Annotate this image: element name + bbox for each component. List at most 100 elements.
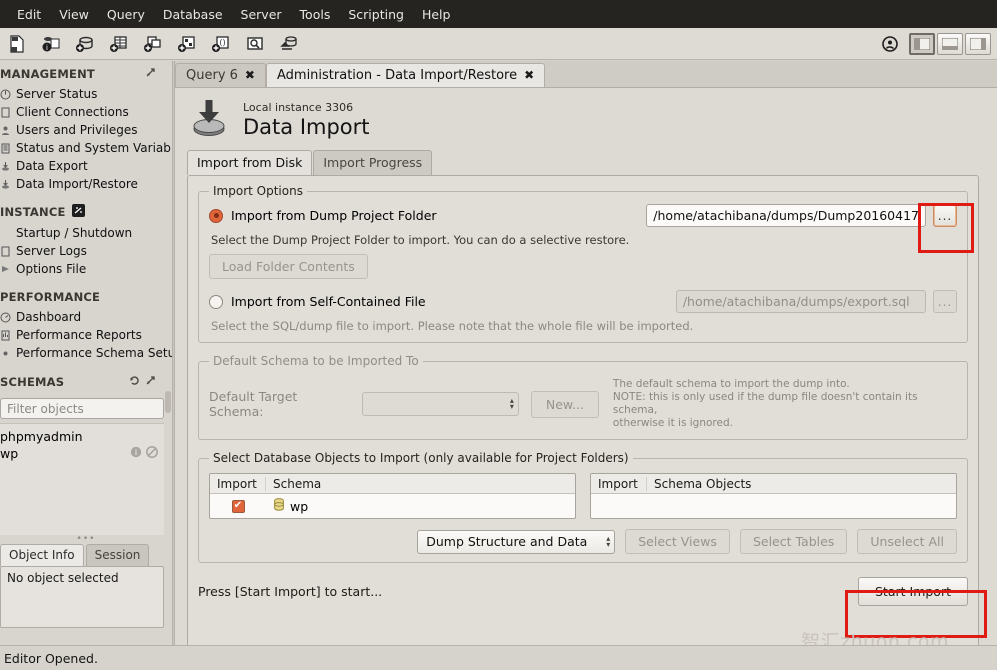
chevron-updown-icon: ▴ ▾: [509, 396, 514, 411]
schema-filter-input[interactable]: Filter objects: [0, 398, 164, 419]
radio-import-from-self-contained-file[interactable]: [209, 294, 223, 309]
object-info-text: No object selected: [7, 571, 119, 585]
default-schema-note-line2: NOTE: this is only used if the dump file…: [612, 391, 918, 416]
reconnect-server-icon[interactable]: [272, 29, 306, 59]
search-data-icon[interactable]: [238, 29, 272, 59]
create-table-icon[interactable]: [102, 29, 136, 59]
sidebar-item-data-export[interactable]: Data Export: [0, 157, 172, 175]
load-folder-contents-button[interactable]: Load Folder Contents: [209, 254, 368, 279]
schema-objects-header-objects: Schema Objects: [654, 476, 752, 491]
select-tables-button[interactable]: Select Tables: [739, 529, 848, 554]
browse-self-contained-file-button[interactable]: ...: [933, 290, 957, 313]
schema-list-item-wp-label: wp: [0, 446, 19, 461]
sidebar-item-status-and-system-variables[interactable]: Status and System Variables: [0, 139, 172, 157]
sidebar-splitter-handle[interactable]: •••: [0, 535, 172, 544]
default-schema-group: Default Schema to be Imported To Default…: [198, 354, 968, 440]
select-views-button[interactable]: Select Views: [625, 529, 730, 554]
sidebar-item-startup-shutdown[interactable]: Startup / Shutdown: [0, 224, 172, 242]
toggle-sidebar-icon[interactable]: [909, 33, 935, 55]
page-header-text: Local instance 3306 Data Import: [243, 101, 370, 139]
sidebar-item-users-and-privileges[interactable]: Users and Privileges: [0, 121, 172, 139]
schema-row-name-cell: wp: [266, 498, 308, 514]
schema-table-header: Import Schema: [210, 474, 575, 494]
self-contained-hint: Select the SQL/dump file to import. Plea…: [211, 319, 694, 333]
schema-list-item-phpmyadmin[interactable]: phpmyadmin: [0, 428, 164, 445]
tab-import-progress[interactable]: Import Progress: [313, 150, 433, 175]
radio-import-from-dump-folder-label: Import from Dump Project Folder: [231, 208, 437, 223]
tab-import-from-disk[interactable]: Import from Disk: [187, 150, 313, 175]
select-tables-label: Select Tables: [752, 534, 835, 549]
create-view-icon[interactable]: [136, 29, 170, 59]
unselect-all-button[interactable]: Unselect All: [857, 529, 957, 554]
sidebar-item-performance-schema-setup[interactable]: Performance Schema Setup: [0, 344, 172, 362]
main-content-area: Query 6 ✖ Administration - Data Import/R…: [175, 61, 997, 653]
close-icon[interactable]: ✖: [524, 68, 534, 82]
menu-item-help[interactable]: Help: [413, 4, 460, 25]
sidebar-item-data-import-restore[interactable]: Data Import/Restore: [0, 175, 172, 193]
toggle-secondary-sidebar-icon[interactable]: [965, 33, 991, 55]
expand-arrow-icon[interactable]: [145, 375, 156, 389]
tab-object-info[interactable]: Object Info: [0, 544, 84, 566]
sidebar-item-options-file[interactable]: Options File: [0, 260, 172, 278]
dump-folder-path-input[interactable]: /home/atachibana/dumps/Dump20160417: [646, 204, 926, 227]
tab-session[interactable]: Session: [85, 544, 150, 566]
menu-item-view[interactable]: View: [50, 4, 98, 25]
server-status-icon: [0, 89, 12, 100]
dump-type-select[interactable]: Dump Structure and Data ▴ ▾: [417, 529, 616, 554]
default-target-schema-select[interactable]: ▴ ▾: [362, 392, 519, 416]
schema-list-item-wp[interactable]: wp i: [0, 445, 164, 462]
close-icon[interactable]: ✖: [245, 68, 255, 82]
blocked-icon[interactable]: [146, 446, 158, 461]
dump-folder-path-value: /home/atachibana/dumps/Dump20160417: [653, 208, 919, 223]
checkbox-checked-icon: ✔: [231, 499, 245, 513]
open-connection-info-icon[interactable]: i: [34, 29, 68, 59]
sidebar-scrollbar[interactable]: [165, 391, 171, 413]
schema-list: phpmyadmin wp i: [0, 423, 164, 535]
menu-item-tools[interactable]: Tools: [291, 4, 340, 25]
toggle-output-icon[interactable]: [937, 33, 963, 55]
sidebar-item-performance-reports[interactable]: Performance Reports: [0, 326, 172, 344]
import-panel: Import Options Import from Dump Project …: [187, 175, 979, 653]
schema-row-import-checkbox[interactable]: ✔: [210, 499, 266, 513]
info-icon[interactable]: i: [130, 446, 142, 461]
sidebar-item-dashboard[interactable]: Dashboard: [0, 308, 172, 326]
svg-text:i: i: [46, 44, 48, 52]
new-sql-tab-icon[interactable]: [0, 29, 34, 59]
menu-item-query[interactable]: Query: [98, 4, 154, 25]
create-function-icon[interactable]: (): [204, 29, 238, 59]
status-bar: Editor Opened.: [0, 645, 997, 670]
menu-item-edit[interactable]: Edit: [8, 4, 50, 25]
expand-arrow-icon[interactable]: [145, 67, 156, 81]
self-contained-path-input[interactable]: /home/atachibana/dumps/export.sql: [675, 290, 926, 313]
import-subtabs: Import from Disk Import Progress: [175, 150, 997, 175]
schema-objects-table: Import Schema Objects: [590, 473, 957, 519]
create-procedure-icon[interactable]: [170, 29, 204, 59]
sidebar-item-server-logs[interactable]: Server Logs: [0, 242, 172, 260]
schema-table: Import Schema ✔ wp: [209, 473, 576, 519]
menu-item-server[interactable]: Server: [232, 4, 291, 25]
performance-reports-icon: [0, 330, 12, 341]
default-schema-note-line1: The default schema to import the dump in…: [612, 378, 850, 390]
menu-item-scripting[interactable]: Scripting: [339, 4, 413, 25]
sidebar-item-server-status[interactable]: Server Status: [0, 85, 172, 103]
admin-target-icon[interactable]: [873, 29, 907, 59]
start-import-button[interactable]: Start Import: [858, 577, 968, 606]
refresh-schemas-icon[interactable]: [129, 375, 140, 389]
table-row[interactable]: ✔ wp: [210, 494, 575, 518]
menu-item-database[interactable]: Database: [154, 4, 232, 25]
schema-filter-placeholder: Filter objects: [7, 401, 84, 416]
browse-dump-folder-button[interactable]: ...: [933, 204, 957, 227]
radio-import-from-dump-folder[interactable]: [209, 208, 223, 223]
sidebar-section-schemas: SCHEMAS: [0, 369, 172, 393]
tab-administration-data-import-restore[interactable]: Administration - Data Import/Restore ✖: [265, 63, 546, 87]
create-schema-icon[interactable]: [68, 29, 102, 59]
sidebar-item-options-file-label: Options File: [16, 262, 87, 276]
page-header: Local instance 3306 Data Import: [175, 88, 997, 143]
new-schema-button[interactable]: New...: [530, 390, 599, 418]
sidebar-item-client-connections[interactable]: Client Connections: [0, 103, 172, 121]
default-schema-row: Default Target Schema: ▴ ▾ New... The def…: [209, 378, 957, 430]
self-contained-row: Import from Self-Contained File /home/at…: [209, 290, 957, 313]
tab-query-6[interactable]: Query 6 ✖: [175, 63, 266, 87]
sidebar-section-instance: INSTANCE: [0, 198, 172, 224]
sidebar-item-performance-schema-setup-label: Performance Schema Setup: [16, 346, 172, 360]
